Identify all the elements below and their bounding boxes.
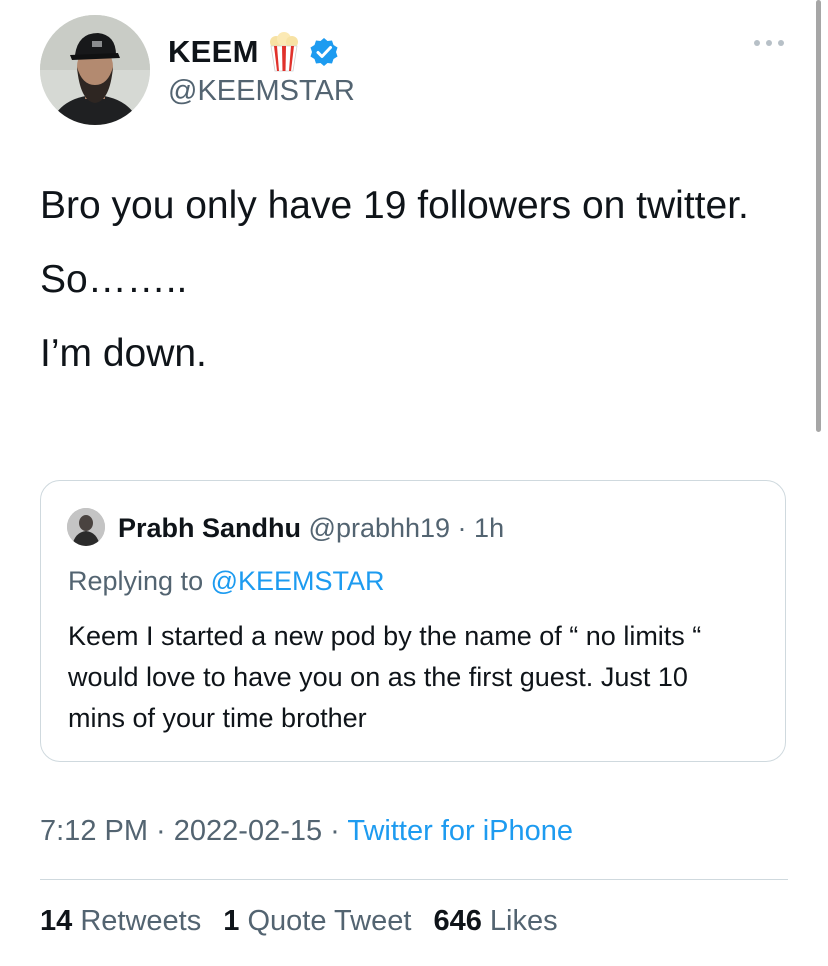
tweet-paragraph: I’m down.: [40, 332, 207, 375]
retweets-label: Retweets: [80, 905, 202, 937]
tweet-stats: 14 Retweets 1 Quote Tweet 646 Likes: [40, 905, 558, 938]
replying-to-mention[interactable]: @KEEMSTAR: [211, 566, 385, 596]
tweet-date[interactable]: 2022-02-15: [174, 815, 322, 847]
tweet-time[interactable]: 7:12 PM: [40, 815, 148, 847]
verified-badge-icon: [309, 37, 339, 67]
author-display-name[interactable]: KEEM: [168, 34, 259, 70]
quote-tweets-stat[interactable]: 1 Quote Tweet: [223, 905, 411, 937]
tweet-text: Bro you only have 19 followers on twitte…: [40, 176, 780, 384]
quoted-time[interactable]: 1h: [474, 513, 504, 543]
likes-count: 646: [433, 905, 482, 937]
tweet-paragraph: Bro you only have 19 followers on twitte…: [40, 184, 749, 227]
likes-stat[interactable]: 646 Likes: [433, 905, 557, 937]
quote-tweets-count: 1: [223, 905, 240, 937]
author-handle[interactable]: @KEEMSTAR: [168, 75, 355, 108]
likes-label: Likes: [489, 905, 558, 937]
popcorn-icon: [267, 32, 301, 72]
replying-to: Replying to @KEEMSTAR: [68, 566, 385, 597]
tweet-timestamp: 7:12 PM · 2022-02-15 · Twitter for iPhon…: [40, 815, 573, 848]
timestamp-separator: ·: [322, 815, 348, 847]
quoted-author-avatar[interactable]: [67, 508, 105, 546]
tweet-paragraph: So……..: [40, 258, 188, 301]
quoted-header: Prabh Sandhu @prabhh19 · 1h: [118, 513, 504, 544]
quoted-author-name[interactable]: Prabh Sandhu: [118, 513, 301, 543]
quoted-separator: ·: [450, 513, 475, 543]
retweets-count: 14: [40, 905, 73, 937]
quoted-tweet-card[interactable]: Prabh Sandhu @prabhh19 · 1h Replying to …: [40, 480, 786, 762]
author-name-row: KEEM: [168, 32, 339, 72]
quoted-tweet-text: Keem I started a new pod by the name of …: [68, 621, 702, 733]
author-avatar[interactable]: [40, 15, 150, 125]
scrollbar[interactable]: [816, 0, 821, 432]
quoted-author-handle[interactable]: @prabhh19: [309, 513, 451, 543]
more-options-icon[interactable]: [752, 36, 786, 50]
retweets-stat[interactable]: 14 Retweets: [40, 905, 201, 937]
quote-tweets-label: Quote Tweet: [247, 905, 412, 937]
timestamp-separator: ·: [148, 815, 174, 847]
divider: [40, 879, 788, 880]
tweet-source-link[interactable]: Twitter for iPhone: [347, 815, 573, 847]
replying-to-prefix: Replying to: [68, 566, 211, 596]
